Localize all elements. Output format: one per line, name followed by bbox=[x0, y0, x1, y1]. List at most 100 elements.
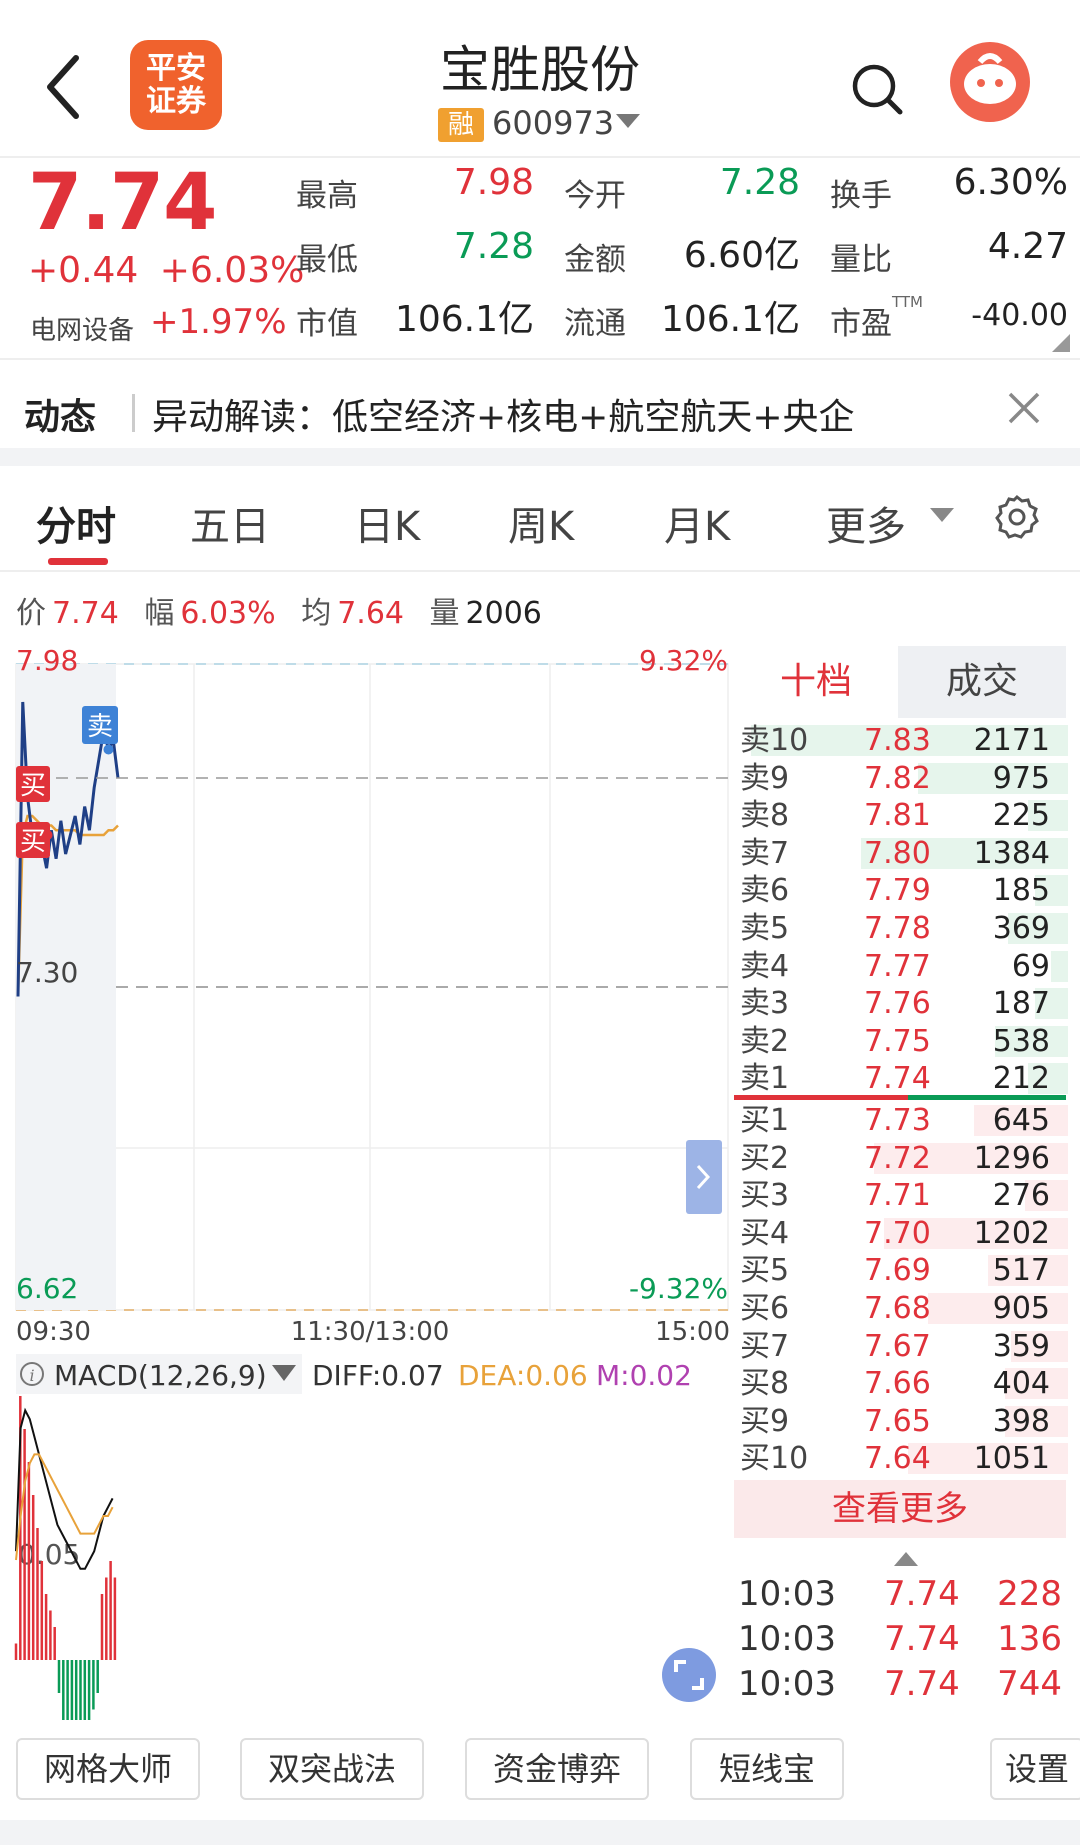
level-price: 7.79 bbox=[864, 873, 931, 909]
margin-badge: 融 bbox=[438, 108, 484, 142]
trade-volume: 228 bbox=[997, 1574, 1062, 1614]
level-volume: 69 bbox=[1011, 948, 1050, 984]
close-icon[interactable] bbox=[1006, 390, 1042, 426]
gear-icon[interactable] bbox=[994, 494, 1040, 540]
pct-low-label: -9.32% bbox=[629, 1272, 728, 1305]
search-icon[interactable] bbox=[850, 62, 904, 116]
tab-2[interactable]: 日K bbox=[354, 494, 420, 552]
ask-row[interactable]: 卖4 7.77 69 bbox=[734, 948, 1068, 985]
tab-3[interactable]: 周K bbox=[508, 494, 574, 552]
level-volume: 404 bbox=[992, 1366, 1050, 1402]
broker-logo[interactable]: 平安 证券 bbox=[130, 40, 222, 130]
quote-value: 4.27 bbox=[987, 226, 1068, 267]
level-label: 买9 bbox=[740, 1403, 790, 1439]
x-label-midday: 11:30/13:00 bbox=[291, 1317, 450, 1347]
level-volume: 187 bbox=[992, 986, 1050, 1022]
bottom-button-1[interactable]: 双突战法 bbox=[240, 1738, 424, 1800]
ask-row[interactable]: 卖2 7.75 538 bbox=[734, 1023, 1068, 1060]
level-label: 卖4 bbox=[740, 948, 790, 984]
back-arrow-icon[interactable] bbox=[44, 52, 84, 122]
macd-axis-label: 0.05 bbox=[18, 1538, 80, 1571]
quote-divider bbox=[0, 358, 1080, 360]
ask-row[interactable]: 卖6 7.79 185 bbox=[734, 872, 1068, 909]
ask-bid-divider-green bbox=[908, 1095, 1066, 1100]
stock-code[interactable]: 600973 bbox=[492, 104, 614, 142]
bottom-button-3[interactable]: 短线宝 bbox=[690, 1738, 844, 1800]
level-label: 卖3 bbox=[740, 986, 790, 1022]
level-volume: 1384 bbox=[973, 835, 1050, 871]
sector-name[interactable]: 电网设备 bbox=[30, 310, 134, 347]
buy-marker-label: 买 bbox=[20, 771, 46, 801]
collapse-arrow-icon[interactable] bbox=[894, 1552, 918, 1566]
sector-percent[interactable]: +1.97% bbox=[150, 302, 287, 342]
level-price: 7.68 bbox=[864, 1291, 931, 1326]
trade-price: 7.74 bbox=[884, 1619, 960, 1659]
slide-right-button[interactable] bbox=[686, 1140, 722, 1214]
bid-row[interactable]: 买3 7.71 276 bbox=[734, 1177, 1068, 1214]
level-price: 7.80 bbox=[864, 835, 931, 871]
bid-row[interactable]: 买1 7.73 645 bbox=[734, 1102, 1068, 1139]
more-dropdown-icon[interactable] bbox=[930, 508, 954, 522]
level-volume: 645 bbox=[992, 1103, 1050, 1138]
quote-value: 106.1亿 bbox=[660, 299, 800, 340]
level-label: 买10 bbox=[740, 1441, 809, 1477]
ask-bid-divider-red bbox=[734, 1095, 908, 1100]
ask-row[interactable]: 卖8 7.81 225 bbox=[734, 797, 1068, 834]
bid-row[interactable]: 买5 7.69 517 bbox=[734, 1252, 1068, 1289]
info-price: 7.74 bbox=[52, 596, 119, 631]
tab-1[interactable]: 五日 bbox=[190, 494, 270, 552]
tabs-divider bbox=[0, 570, 1080, 572]
level-volume: 398 bbox=[992, 1403, 1050, 1439]
level-volume: 538 bbox=[992, 1023, 1050, 1059]
change-percent: +6.03% bbox=[159, 250, 305, 291]
trade-time: 10:03 bbox=[738, 1619, 836, 1659]
y-high-label: 7.98 bbox=[16, 644, 78, 677]
intraday-chart[interactable]: 买买 卖 7.98 7.30 6.62 9.32% -9.32% 09:30 11:30/13:… bbox=[0, 640, 740, 1720]
tab-ten-levels[interactable]: 十档 bbox=[736, 646, 896, 718]
level-volume: 905 bbox=[992, 1291, 1050, 1326]
expand-corner-icon[interactable] bbox=[1052, 334, 1070, 352]
ask-row[interactable]: 卖3 7.76 187 bbox=[734, 985, 1068, 1022]
trade-price: 7.74 bbox=[884, 1664, 960, 1704]
ask-row[interactable]: 卖7 7.80 1384 bbox=[734, 835, 1068, 872]
tab-5[interactable]: 更多 bbox=[826, 494, 906, 552]
bid-row[interactable]: 买7 7.67 359 bbox=[734, 1328, 1068, 1365]
bid-row[interactable]: 买6 7.68 905 bbox=[734, 1290, 1068, 1327]
ask-row[interactable]: 卖5 7.78 369 bbox=[734, 910, 1068, 947]
level-label: 买8 bbox=[740, 1366, 790, 1402]
fullscreen-icon[interactable] bbox=[662, 1648, 716, 1702]
bid-row[interactable]: 买10 7.64 1051 bbox=[734, 1440, 1068, 1477]
level-label: 卖1 bbox=[740, 1061, 790, 1097]
level-label: 买1 bbox=[740, 1103, 790, 1138]
ask-row[interactable]: 卖10 7.83 2171 bbox=[734, 722, 1068, 759]
bid-row[interactable]: 买8 7.66 404 bbox=[734, 1365, 1068, 1402]
level-price: 7.74 bbox=[864, 1061, 931, 1097]
volume-bar bbox=[1051, 950, 1068, 982]
tab-trades[interactable]: 成交 bbox=[898, 646, 1066, 718]
macd-label: MACD(12,26,9) bbox=[54, 1359, 267, 1392]
level-volume: 369 bbox=[992, 911, 1050, 946]
macd-diff-label: DIFF:0.07 bbox=[312, 1359, 444, 1392]
info-avg-label: 均 bbox=[301, 596, 332, 631]
see-more-button[interactable]: 查看更多 bbox=[734, 1480, 1066, 1538]
tab-0[interactable]: 分时 bbox=[36, 494, 116, 552]
assistant-avatar-icon[interactable] bbox=[950, 42, 1030, 122]
level-label: 买7 bbox=[740, 1328, 790, 1364]
bottom-button-0[interactable]: 网格大师 bbox=[16, 1738, 200, 1800]
bid-row[interactable]: 买9 7.65 398 bbox=[734, 1403, 1068, 1440]
bid-row[interactable]: 买4 7.70 1202 bbox=[734, 1215, 1068, 1252]
tab-4[interactable]: 月K bbox=[664, 494, 730, 552]
bottom-button-2[interactable]: 资金博弈 bbox=[465, 1738, 649, 1800]
code-dropdown-icon[interactable] bbox=[616, 114, 640, 128]
trade-time: 10:03 bbox=[738, 1574, 836, 1614]
news-text[interactable]: 异动解读：低空经济+核电+航空航天+央企 bbox=[152, 388, 855, 440]
x-label-open: 09:30 bbox=[16, 1317, 91, 1347]
news-label: 动态 bbox=[24, 397, 97, 438]
price-change: +0.44 +6.03% bbox=[28, 250, 304, 291]
ask-row[interactable]: 卖1 7.74 212 bbox=[734, 1060, 1068, 1097]
ask-row[interactable]: 卖9 7.82 975 bbox=[734, 760, 1068, 797]
bid-row[interactable]: 买2 7.72 1296 bbox=[734, 1140, 1068, 1177]
level-label: 卖9 bbox=[740, 760, 790, 796]
bottom-button-4[interactable]: 设置 bbox=[990, 1738, 1080, 1800]
quote-value: 106.1亿 bbox=[394, 299, 534, 340]
